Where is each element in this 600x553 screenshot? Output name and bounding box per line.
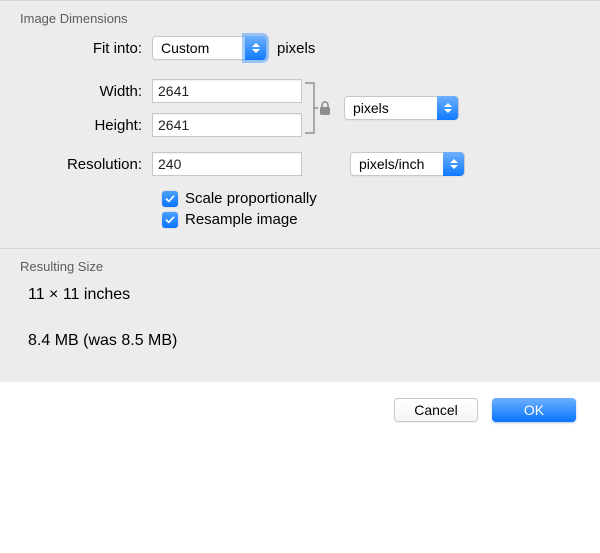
width-height-unit-select[interactable]: pixels bbox=[344, 96, 459, 120]
height-label: Height: bbox=[20, 117, 152, 134]
resample-image-label: Resample image bbox=[185, 211, 298, 228]
cancel-button[interactable]: Cancel bbox=[394, 398, 478, 422]
height-input[interactable] bbox=[152, 113, 302, 137]
width-input[interactable] bbox=[152, 79, 302, 103]
fit-into-value: Custom bbox=[161, 40, 209, 56]
resolution-label: Resolution: bbox=[20, 156, 152, 173]
resolution-input[interactable] bbox=[152, 152, 302, 176]
lock-icon bbox=[318, 101, 332, 120]
resolution-unit-select[interactable]: pixels/inch bbox=[350, 152, 465, 176]
dropdown-arrows-icon bbox=[437, 96, 458, 120]
fit-into-label: Fit into: bbox=[20, 40, 152, 57]
result-dimensions-text: 11 × 11 inches bbox=[28, 286, 572, 304]
dropdown-arrows-icon bbox=[245, 36, 266, 60]
wh-unit-value: pixels bbox=[353, 100, 389, 116]
scale-proportionally-label: Scale proportionally bbox=[185, 190, 317, 207]
resulting-size-title: Resulting Size bbox=[0, 259, 600, 286]
image-dimensions-panel: Image Dimensions Fit into: Custom pixels… bbox=[0, 0, 600, 248]
resulting-size-panel: Resulting Size 11 × 11 inches 8.4 MB (wa… bbox=[0, 248, 600, 382]
image-dimensions-title: Image Dimensions bbox=[0, 11, 600, 36]
link-bracket-icon bbox=[304, 78, 318, 138]
ok-button[interactable]: OK bbox=[492, 398, 576, 422]
dialog-footer: Cancel OK bbox=[0, 382, 600, 438]
dropdown-arrows-icon bbox=[443, 152, 464, 176]
check-icon bbox=[165, 216, 175, 224]
result-filesize-text: 8.4 MB (was 8.5 MB) bbox=[28, 332, 572, 350]
width-label: Width: bbox=[20, 83, 152, 100]
fit-into-units-suffix: pixels bbox=[277, 40, 315, 57]
fit-into-select[interactable]: Custom bbox=[152, 36, 267, 60]
resolution-unit-value: pixels/inch bbox=[359, 156, 424, 172]
resample-image-checkbox[interactable] bbox=[162, 212, 178, 228]
scale-proportionally-checkbox[interactable] bbox=[162, 191, 178, 207]
check-icon bbox=[165, 195, 175, 203]
